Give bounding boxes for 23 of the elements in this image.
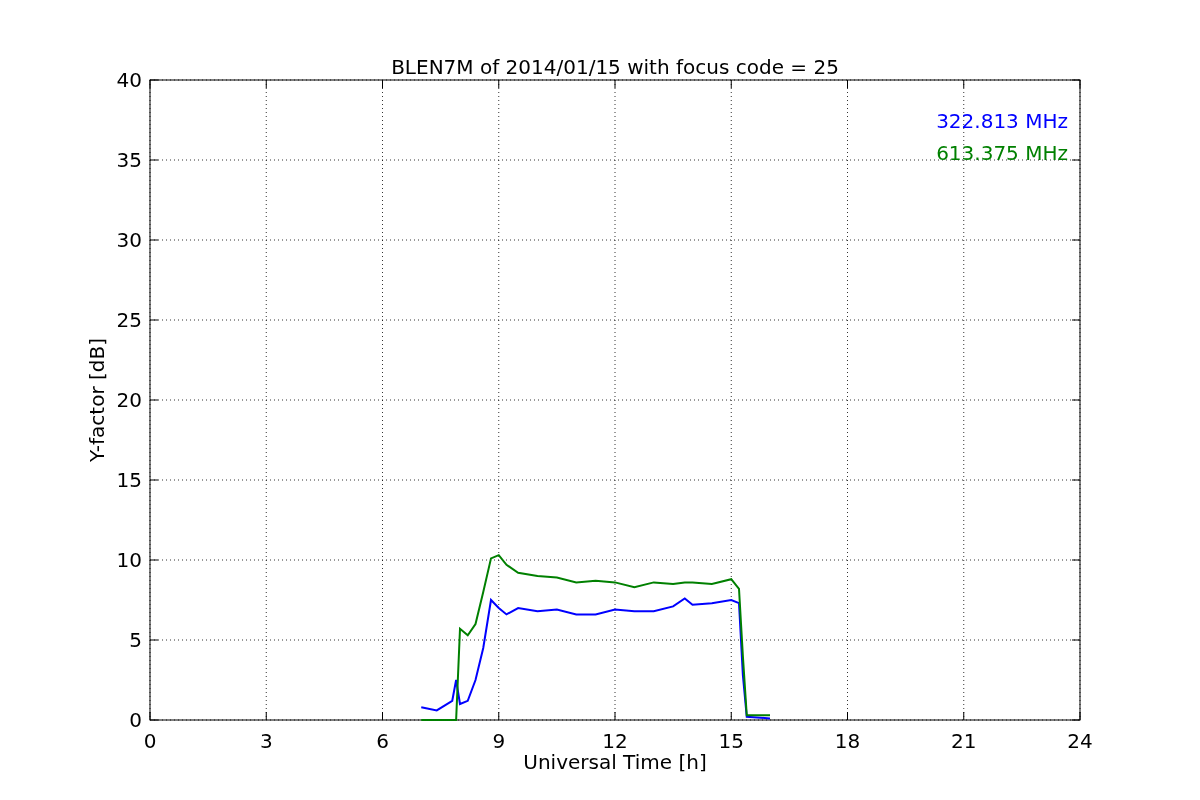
x-tick-label: 21 [951, 729, 977, 753]
legend-label: 322.813 MHz [936, 109, 1068, 133]
x-tick-label: 6 [376, 729, 389, 753]
x-tick-label: 24 [1067, 729, 1093, 753]
y-tick-label: 35 [116, 148, 142, 172]
y-tick-label: 5 [129, 628, 142, 652]
y-tick-label: 30 [116, 228, 142, 252]
x-tick-label: 18 [834, 729, 861, 753]
x-tick-label: 15 [718, 729, 744, 753]
chart-title: BLEN7M of 2014/01/15 with focus code = 25 [391, 55, 839, 79]
legend-label: 613.375 MHz [936, 141, 1068, 165]
y-tick-label: 25 [116, 308, 142, 332]
x-tick-label: 0 [143, 729, 157, 753]
x-tick-label: 9 [492, 729, 506, 753]
x-tick-label: 3 [259, 729, 273, 753]
y-tick-label: 20 [116, 388, 142, 412]
x-axis-label: Universal Time [h] [523, 750, 707, 774]
y-tick-label: 40 [116, 68, 142, 92]
x-tick-label: 12 [602, 729, 628, 753]
y-tick-label: 10 [116, 548, 142, 572]
y-axis-label: Y-factor [dB] [85, 338, 109, 462]
y-tick-label: 15 [116, 468, 142, 492]
y-tick-label: 0 [129, 708, 142, 732]
